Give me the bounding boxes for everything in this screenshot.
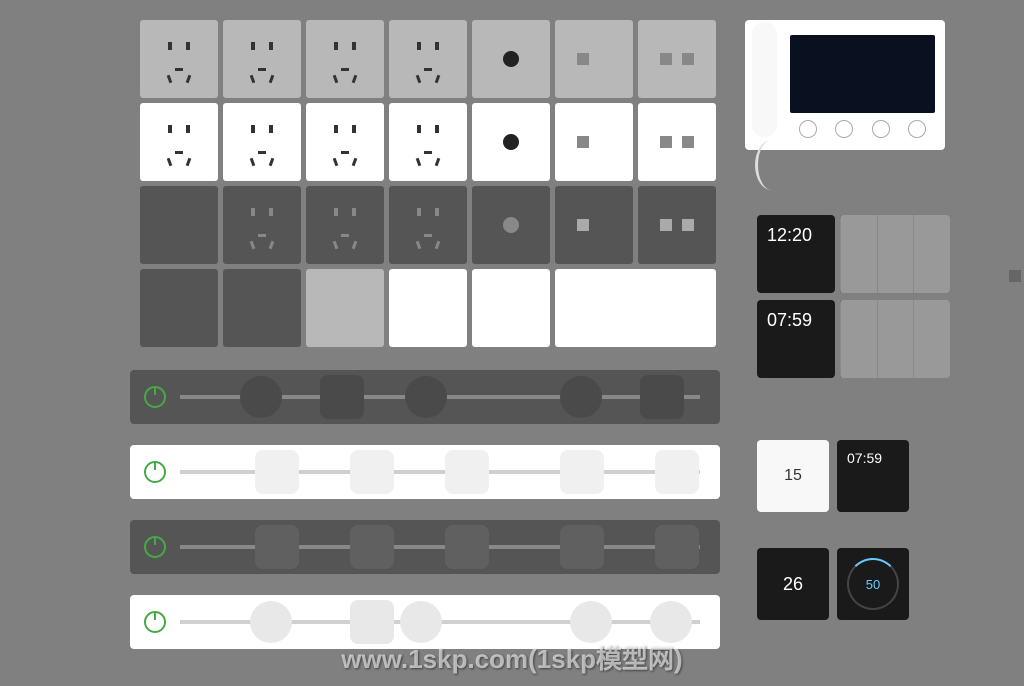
- time-display: 12:20: [757, 215, 835, 256]
- switch-plate: [223, 269, 301, 347]
- usb-module: [320, 375, 364, 419]
- intercom-buttons: [790, 120, 935, 138]
- power-strip: [130, 520, 720, 574]
- outlet-module: [445, 525, 489, 569]
- outlet-module: [405, 376, 447, 418]
- switch-plate: [389, 269, 467, 347]
- data-plate: [638, 20, 716, 98]
- switch-plate: [140, 269, 218, 347]
- smart-panel: 12:20: [757, 215, 835, 293]
- outlet-module: [560, 525, 604, 569]
- usb-module: [255, 525, 299, 569]
- blank-plate: [140, 186, 218, 264]
- outlet-plate: [223, 20, 301, 98]
- temp-value: 26: [783, 574, 803, 595]
- outlet-plate: [140, 103, 218, 181]
- outlet-plate: [140, 20, 218, 98]
- usb-module: [255, 450, 299, 494]
- power-strip: [130, 445, 720, 499]
- outlet-plate: [306, 20, 384, 98]
- outlet-plate: [389, 186, 467, 264]
- outlet-module: [560, 450, 604, 494]
- time-display: 07:59: [757, 300, 835, 341]
- outlet-module: [250, 601, 292, 643]
- switch-plate-wide: [555, 269, 716, 347]
- coax-plate: [472, 186, 550, 264]
- outlet-plate: [223, 186, 301, 264]
- screen: [790, 35, 935, 113]
- outlet-plate: [223, 103, 301, 181]
- power-strip: [130, 370, 720, 424]
- outlet-module: [655, 525, 699, 569]
- data-plate: [555, 103, 633, 181]
- outlet-plate: [306, 103, 384, 181]
- data-plate: [555, 186, 633, 264]
- coax-plate: [472, 20, 550, 98]
- usb-module: [350, 600, 394, 644]
- usb-module: [640, 375, 684, 419]
- smart-panel: 07:59: [837, 440, 909, 512]
- outlet-module: [350, 525, 394, 569]
- data-plate: [638, 103, 716, 181]
- outlet-module: [570, 601, 612, 643]
- scrollbar-handle[interactable]: [1009, 270, 1021, 282]
- outlet-module: [240, 376, 282, 418]
- outlet-module: [650, 601, 692, 643]
- outlet-plate: [389, 103, 467, 181]
- thermostat: 15: [757, 440, 829, 512]
- watermark: www.1skp.com(1skp模型网): [0, 639, 1024, 676]
- coax-plate: [472, 103, 550, 181]
- cord: [755, 140, 788, 190]
- switch-panel: [840, 215, 950, 293]
- outlet-plate: [389, 20, 467, 98]
- outlet-module: [445, 450, 489, 494]
- power-icon: [144, 386, 166, 408]
- data-plate: [638, 186, 716, 264]
- dial-panel: 50: [837, 548, 909, 620]
- time-display: 07:59: [837, 440, 909, 476]
- outlet-plate: [306, 186, 384, 264]
- thermostat: 26: [757, 548, 829, 620]
- data-plate: [555, 20, 633, 98]
- outlet-module: [560, 376, 602, 418]
- outlet-module: [400, 601, 442, 643]
- outlet-module: [350, 450, 394, 494]
- power-icon: [144, 461, 166, 483]
- switch-plate: [306, 269, 384, 347]
- smart-panel: 07:59: [757, 300, 835, 378]
- outlet-module: [655, 450, 699, 494]
- power-icon: [144, 536, 166, 558]
- handset: [752, 22, 777, 137]
- power-icon: [144, 611, 166, 633]
- switch-panel: [840, 300, 950, 378]
- dial-value: 50: [866, 577, 880, 592]
- temp-value: 15: [784, 467, 802, 485]
- switch-plate: [472, 269, 550, 347]
